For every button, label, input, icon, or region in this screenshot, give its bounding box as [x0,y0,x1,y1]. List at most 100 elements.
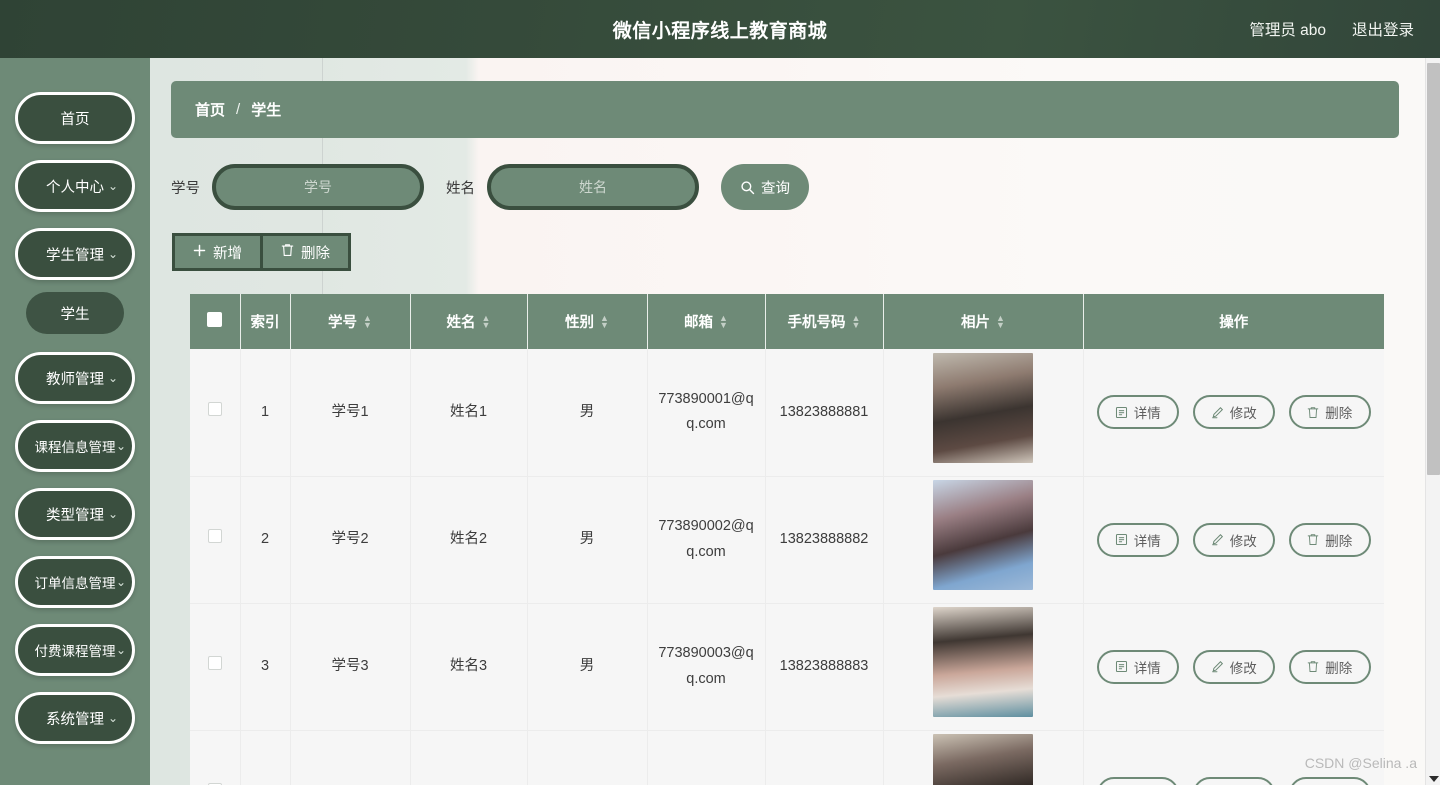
th-shoujihaoma[interactable]: 手机号码 ▲ ▼ [765,294,884,349]
th-xingbie[interactable]: 性别 ▲ ▼ [527,294,648,349]
sidebar-item-label: 系统管理 [46,711,104,728]
edit-button[interactable]: 修改 [1192,776,1275,785]
cell-xingbie [527,730,648,785]
th-select-all[interactable] [190,294,241,349]
cell-xuehao: 学号2 [290,476,411,604]
pencil-icon [1211,660,1224,673]
add-button-label: 新增 [213,245,242,262]
delete-button[interactable]: 删除 [1288,395,1371,430]
edit-button-label: 修改 [1229,660,1257,676]
sidebar-item-personal-center[interactable]: 个人中心 ⌄ [15,160,135,212]
delete-button-label: 删除 [1325,660,1353,676]
cell-xiangpian [883,349,1084,477]
detail-button-label: 详情 [1133,533,1161,549]
document-icon [1115,660,1128,673]
row-select-cell[interactable] [190,349,241,477]
th-xiangpian[interactable]: 相片 ▲ ▼ [883,294,1084,349]
sort-icon[interactable]: ▲ ▼ [996,313,1005,329]
cell-shoujihaoma: 13823888883 [765,603,884,731]
th-xuehao[interactable]: 学号 ▲ ▼ [290,294,411,349]
sidebar-subitem-student[interactable]: 学生 [26,292,124,334]
cell-xiangpian [883,730,1084,785]
sort-icon[interactable]: ▲ ▼ [363,313,372,329]
search-xingming-input[interactable] [487,164,699,210]
detail-button[interactable]: 详情 [1096,522,1179,557]
delete-button[interactable]: 删除 [1288,522,1371,557]
cell-xuehao [290,730,411,785]
delete-button-label: 删除 [1325,533,1353,549]
sidebar-item-home[interactable]: 首页 [15,92,135,144]
table-row[interactable]: 3 学号3 姓名3 男 773890003@qq.com 13823888883 [190,603,1384,731]
edit-button[interactable]: 修改 [1192,395,1275,430]
th-youxiang-label: 邮箱 [684,315,714,331]
logout-link[interactable]: 退出登录 [1352,18,1414,40]
sidebar-item-student-management[interactable]: 学生管理 ⌄ [15,228,135,280]
th-xingming[interactable]: 姓名 ▲ ▼ [410,294,528,349]
table-row[interactable]: 773890004@ [190,730,1384,785]
sidebar-item-label: 订单信息管理 [34,576,116,591]
edit-button[interactable]: 修改 [1192,649,1275,684]
select-all-checkbox[interactable] [207,312,223,327]
delete-button[interactable]: 删除 [1288,776,1371,785]
trash-icon [1307,406,1319,419]
detail-button[interactable]: 详情 [1096,649,1179,684]
breadcrumb-home[interactable]: 首页 [195,99,225,120]
sidebar-item-teacher-management[interactable]: 教师管理 ⌄ [15,352,135,404]
detail-button[interactable]: 详情 [1096,395,1179,430]
chevron-down-icon: ⌄ [107,179,118,193]
cell-youxiang: 773890002@qq.com [647,476,766,604]
sidebar-item-system-management[interactable]: 系统管理 ⌄ [15,692,135,744]
page-scrollbar[interactable] [1425,58,1440,785]
chevron-down-icon: ⌄ [115,575,126,589]
sort-icon[interactable]: ▲ ▼ [482,313,491,329]
th-index-label: 索引 [250,315,280,331]
sort-icon[interactable]: ▲ ▼ [719,313,728,329]
row-select-cell[interactable] [190,730,241,785]
th-shoujihaoma-label: 手机号码 [787,315,846,331]
bulk-delete-button-label: 删除 [301,245,330,262]
sidebar: 首页 个人中心 ⌄ 学生管理 ⌄ 学生 教师管理 ⌄ 课程信息管理 ⌄ 类型管理… [0,58,150,785]
sidebar-item-label: 学生管理 [46,247,104,264]
bulk-delete-button[interactable]: 删除 [263,233,351,271]
detail-button[interactable]: 详情 [1096,776,1179,785]
breadcrumb: 首页 / 学生 [171,81,1399,138]
sidebar-item-type-management[interactable]: 类型管理 ⌄ [15,488,135,540]
cell-index [240,730,291,785]
sidebar-item-paid-course-management[interactable]: 付费课程管理 ⌄ [15,624,135,676]
document-icon [1115,406,1128,419]
sidebar-item-order-info-management[interactable]: 订单信息管理 ⌄ [15,556,135,608]
sidebar-item-label: 教师管理 [46,371,104,388]
add-button[interactable]: 新增 [172,233,263,271]
scroll-down-arrow-icon[interactable] [1429,776,1439,782]
th-xiangpian-label: 相片 [961,315,991,331]
row-checkbox[interactable] [207,528,222,543]
plus-icon [193,244,206,261]
table-toolbar: 新增 删除 [172,233,351,271]
row-checkbox[interactable] [207,401,222,416]
sort-icon[interactable]: ▲ ▼ [600,313,609,329]
scrollbar-thumb[interactable] [1427,63,1440,475]
chevron-down-icon: ⌄ [107,247,118,261]
cell-youxiang: 773890003@qq.com [647,603,766,731]
row-select-cell[interactable] [190,476,241,604]
cell-shoujihaoma: 13823888882 [765,476,884,604]
delete-button[interactable]: 删除 [1288,649,1371,684]
cell-xingbie: 男 [527,476,648,604]
main-content: 首页 / 学生 学号 姓名 查询 新增 [150,58,1440,785]
row-checkbox[interactable] [207,655,222,670]
search-xuehao-input[interactable] [212,164,424,210]
search-button-label: 查询 [761,180,790,197]
sort-icon[interactable]: ▲ ▼ [852,313,861,329]
cell-xingming: 姓名3 [410,603,528,731]
table-row[interactable]: 1 学号1 姓名1 男 773890001@qq.com 13823888881 [190,349,1384,477]
app-title: 微信小程序线上教育商城 [612,20,828,42]
detail-button-label: 详情 [1133,660,1161,676]
cell-operations: 详情 修改 [1083,603,1384,731]
search-button[interactable]: 查询 [721,164,809,210]
edit-button[interactable]: 修改 [1192,522,1275,557]
row-select-cell[interactable] [190,603,241,731]
th-youxiang[interactable]: 邮箱 ▲ ▼ [647,294,766,349]
table-row[interactable]: 2 学号2 姓名2 男 773890002@qq.com 13823888882 [190,476,1384,604]
sidebar-item-course-info-management[interactable]: 课程信息管理 ⌄ [15,420,135,472]
search-xingming-label: 姓名 [446,180,475,197]
